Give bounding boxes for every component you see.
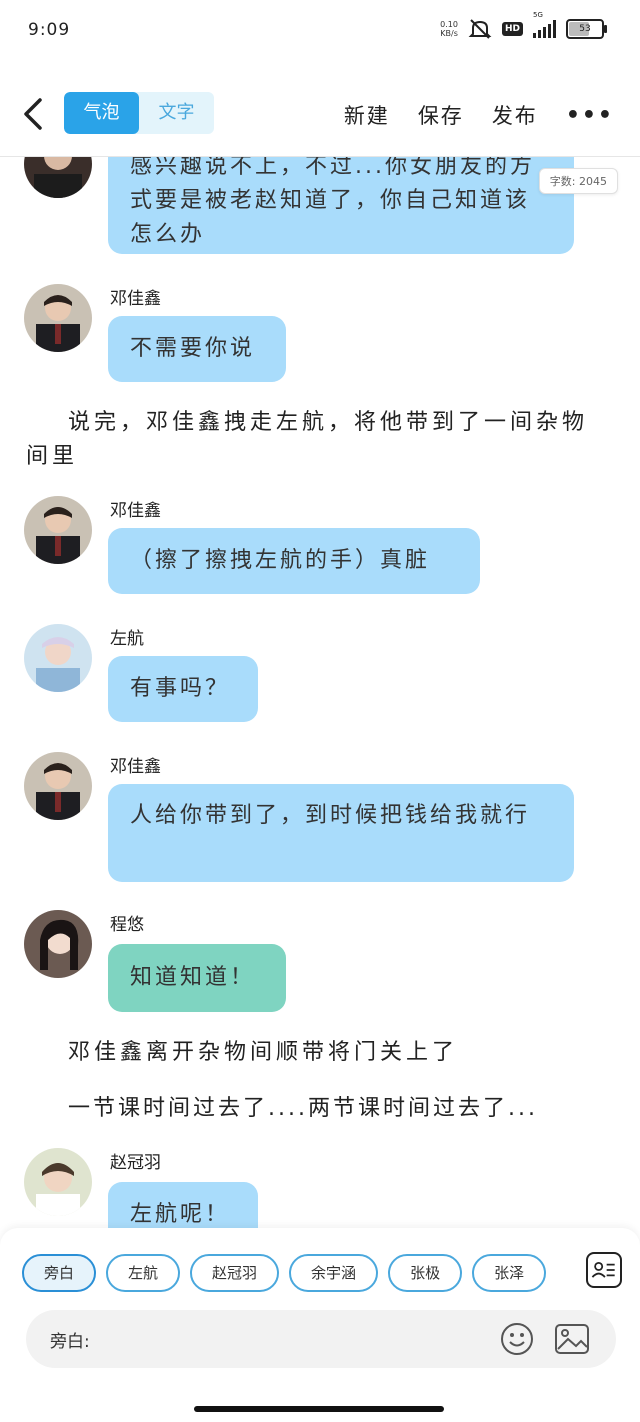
avatar: [24, 910, 92, 978]
avatar: [24, 284, 92, 352]
chat-message: 邓佳鑫 人给你带到了，到时候把钱给我就行: [24, 752, 584, 884]
chat-message: 程悠 知道知道！: [24, 910, 584, 1012]
tab-text-mode[interactable]: 文字: [139, 92, 214, 134]
emoji-icon[interactable]: [500, 1322, 534, 1356]
role-chip-narrator[interactable]: 旁白: [22, 1254, 97, 1292]
speaker-name: 邓佳鑫: [110, 501, 161, 521]
narration-text[interactable]: 邓佳鑫离开杂物间顺带将门关上了: [26, 1036, 606, 1070]
role-chip[interactable]: 余宇涵: [289, 1254, 379, 1292]
role-chips: 旁白 左航 赵冠羽 余宇涵 张极 张泽: [22, 1254, 570, 1294]
message-bubble[interactable]: 有事吗？: [108, 656, 258, 722]
more-options-icon[interactable]: •••: [566, 103, 614, 128]
speaker-name: 邓佳鑫: [110, 757, 161, 777]
composer-panel: 旁白 左航 赵冠羽 余宇涵 张极 张泽 旁白:: [0, 1228, 640, 1422]
word-count-badge: 字数: 2045: [538, 168, 618, 194]
message-bubble[interactable]: 人给你带到了，到时候把钱给我就行: [108, 784, 574, 882]
speaker-name: 邓佳鑫: [110, 289, 161, 309]
role-chip[interactable]: 赵冠羽: [190, 1254, 280, 1292]
role-chip[interactable]: 左航: [106, 1254, 181, 1292]
publish-button[interactable]: 发布: [492, 100, 538, 130]
tab-bubble-mode[interactable]: 气泡: [64, 92, 139, 134]
message-input[interactable]: 旁白:: [26, 1310, 616, 1368]
chat-message: 赵冠羽 左航呢！: [24, 1148, 584, 1228]
speaker-name: 程悠: [110, 915, 144, 935]
narration-text[interactable]: 一节课时间过去了....两节课时间过去了...: [26, 1092, 606, 1126]
role-chip[interactable]: 张极: [388, 1254, 463, 1292]
top-toolbar: 气泡 文字 新建 保存 发布 •••: [0, 72, 640, 157]
message-bubble[interactable]: （擦了擦拽左航的手）真脏: [108, 528, 480, 594]
input-role-label: 旁白:: [50, 1332, 90, 1352]
avatar: [24, 624, 92, 692]
chat-message: 邓佳鑫 （擦了擦拽左航的手）真脏: [24, 496, 584, 596]
message-bubble[interactable]: 知道知道！: [108, 944, 286, 1012]
chat-message: 左航 有事吗？: [24, 624, 584, 724]
back-arrow-icon[interactable]: [20, 96, 50, 132]
role-manager-icon[interactable]: [586, 1252, 622, 1288]
speaker-name: 左航: [110, 629, 144, 649]
chat-message: 邓佳鑫 不需要你说: [24, 284, 584, 384]
speaker-name: 赵冠羽: [110, 1153, 161, 1173]
avatar: [24, 1148, 92, 1216]
new-button[interactable]: 新建: [344, 100, 390, 130]
save-button[interactable]: 保存: [418, 100, 464, 130]
role-chip[interactable]: 张泽: [472, 1254, 547, 1292]
header-actions: 新建 保存 发布 •••: [344, 100, 614, 130]
avatar: [24, 752, 92, 820]
narration-text[interactable]: 说完，邓佳鑫拽走左航，将他带到了一间杂物间里: [26, 406, 606, 474]
mode-toggle: 气泡 文字: [64, 92, 214, 134]
home-indicator[interactable]: [194, 1406, 444, 1412]
message-bubble[interactable]: 左航呢！: [108, 1182, 258, 1228]
message-bubble[interactable]: 不需要你说: [108, 316, 286, 382]
image-icon[interactable]: [554, 1322, 590, 1356]
avatar: [24, 496, 92, 564]
